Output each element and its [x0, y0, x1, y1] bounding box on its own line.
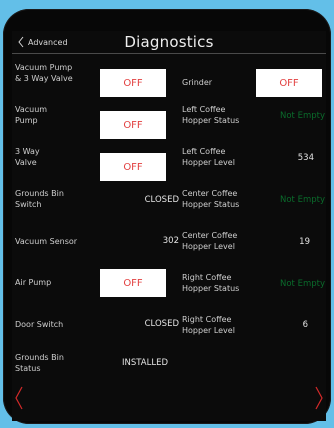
chevron-right-icon	[314, 386, 324, 410]
vacuum-sensor-label: Vacuum Sensor	[15, 237, 78, 246]
grinder-label: Grinder	[182, 78, 213, 87]
label-line: Pump	[15, 116, 38, 125]
label-line: Grounds Bin	[15, 189, 64, 198]
vacuum-pump-valve-label: Vacuum Pump & 3 Way Valve	[15, 62, 73, 84]
diagnostics-screen: Advanced Diagnostics Vacuum Pump & 3 Way…	[12, 31, 326, 421]
label-line: Hopper Level	[182, 158, 235, 167]
right-hopper-status-label: Right Coffee Hopper Status	[182, 272, 239, 294]
air-pump-off-button[interactable]: OFF	[100, 269, 166, 297]
label-line: & 3 Way Valve	[15, 74, 73, 83]
next-page-button[interactable]	[314, 386, 324, 410]
right-hopper-status-value: Not Empty	[279, 279, 325, 289]
grounds-bin-status-label: Grounds Bin Status	[15, 352, 64, 374]
grounds-bin-switch-label: Grounds Bin Switch	[15, 188, 64, 210]
header-divider	[12, 53, 326, 54]
header-bar: Advanced Diagnostics	[12, 31, 326, 53]
right-hopper-level-value: 6	[302, 320, 308, 330]
door-switch-value: CLOSED	[144, 319, 179, 329]
center-hopper-status-value: Not Empty	[279, 195, 325, 205]
label-line: Hopper Status	[182, 284, 240, 293]
vacuum-pump-label: Vacuum Pump	[15, 104, 47, 126]
previous-page-button[interactable]	[14, 386, 24, 410]
label-line: Vacuum	[15, 105, 48, 114]
label-line: Left Coffee	[182, 105, 226, 114]
label-line: 3 Way	[15, 147, 40, 156]
label-line: Hopper Status	[182, 200, 240, 209]
left-hopper-level-label: Left Coffee Hopper Level	[182, 146, 235, 168]
back-button[interactable]: Advanced	[18, 34, 68, 50]
label-line: Center Coffee	[182, 231, 238, 240]
label-line: Right Coffee	[182, 315, 232, 324]
left-hopper-status-value: Not Empty	[279, 111, 325, 121]
left-hopper-status-label: Left Coffee Hopper Status	[182, 104, 239, 126]
label-line: Valve	[15, 158, 37, 167]
left-hopper-level-value: 534	[297, 153, 314, 163]
air-pump-label: Air Pump	[15, 278, 52, 287]
label-line: Hopper Level	[182, 242, 235, 251]
chevron-left-icon	[18, 36, 24, 48]
three-way-valve-off-button[interactable]: OFF	[100, 153, 166, 181]
center-hopper-level-label: Center Coffee Hopper Level	[182, 230, 237, 252]
label-line: Center Coffee	[182, 189, 238, 198]
three-way-valve-label: 3 Way Valve	[15, 146, 40, 168]
label-line: Hopper Level	[182, 326, 235, 335]
label-line: Status	[15, 364, 41, 373]
label-line: Switch	[15, 200, 42, 209]
vacuum-sensor-value: 302	[162, 236, 179, 246]
label-line: Left Coffee	[182, 147, 226, 156]
back-button-label: Advanced	[28, 37, 68, 47]
label-line: Hopper Status	[182, 116, 240, 125]
grounds-bin-status-value: INSTALLED	[122, 358, 168, 368]
label-line: Grounds Bin	[15, 353, 64, 362]
device-bezel: Advanced Diagnostics Vacuum Pump & 3 Way…	[3, 9, 331, 424]
vacuum-pump-valve-off-button[interactable]: OFF	[100, 69, 166, 97]
label-line: Right Coffee	[182, 273, 232, 282]
grinder-off-button[interactable]: OFF	[256, 69, 322, 97]
chevron-left-icon	[14, 386, 24, 410]
grounds-bin-switch-value: CLOSED	[144, 195, 179, 205]
center-hopper-level-value: 19	[299, 237, 310, 247]
right-hopper-level-label: Right Coffee Hopper Level	[182, 314, 235, 336]
door-switch-label: Door Switch	[15, 320, 64, 329]
center-hopper-status-label: Center Coffee Hopper Status	[182, 188, 239, 210]
label-line: Vacuum Pump	[15, 63, 73, 72]
vacuum-pump-off-button[interactable]: OFF	[100, 111, 166, 139]
